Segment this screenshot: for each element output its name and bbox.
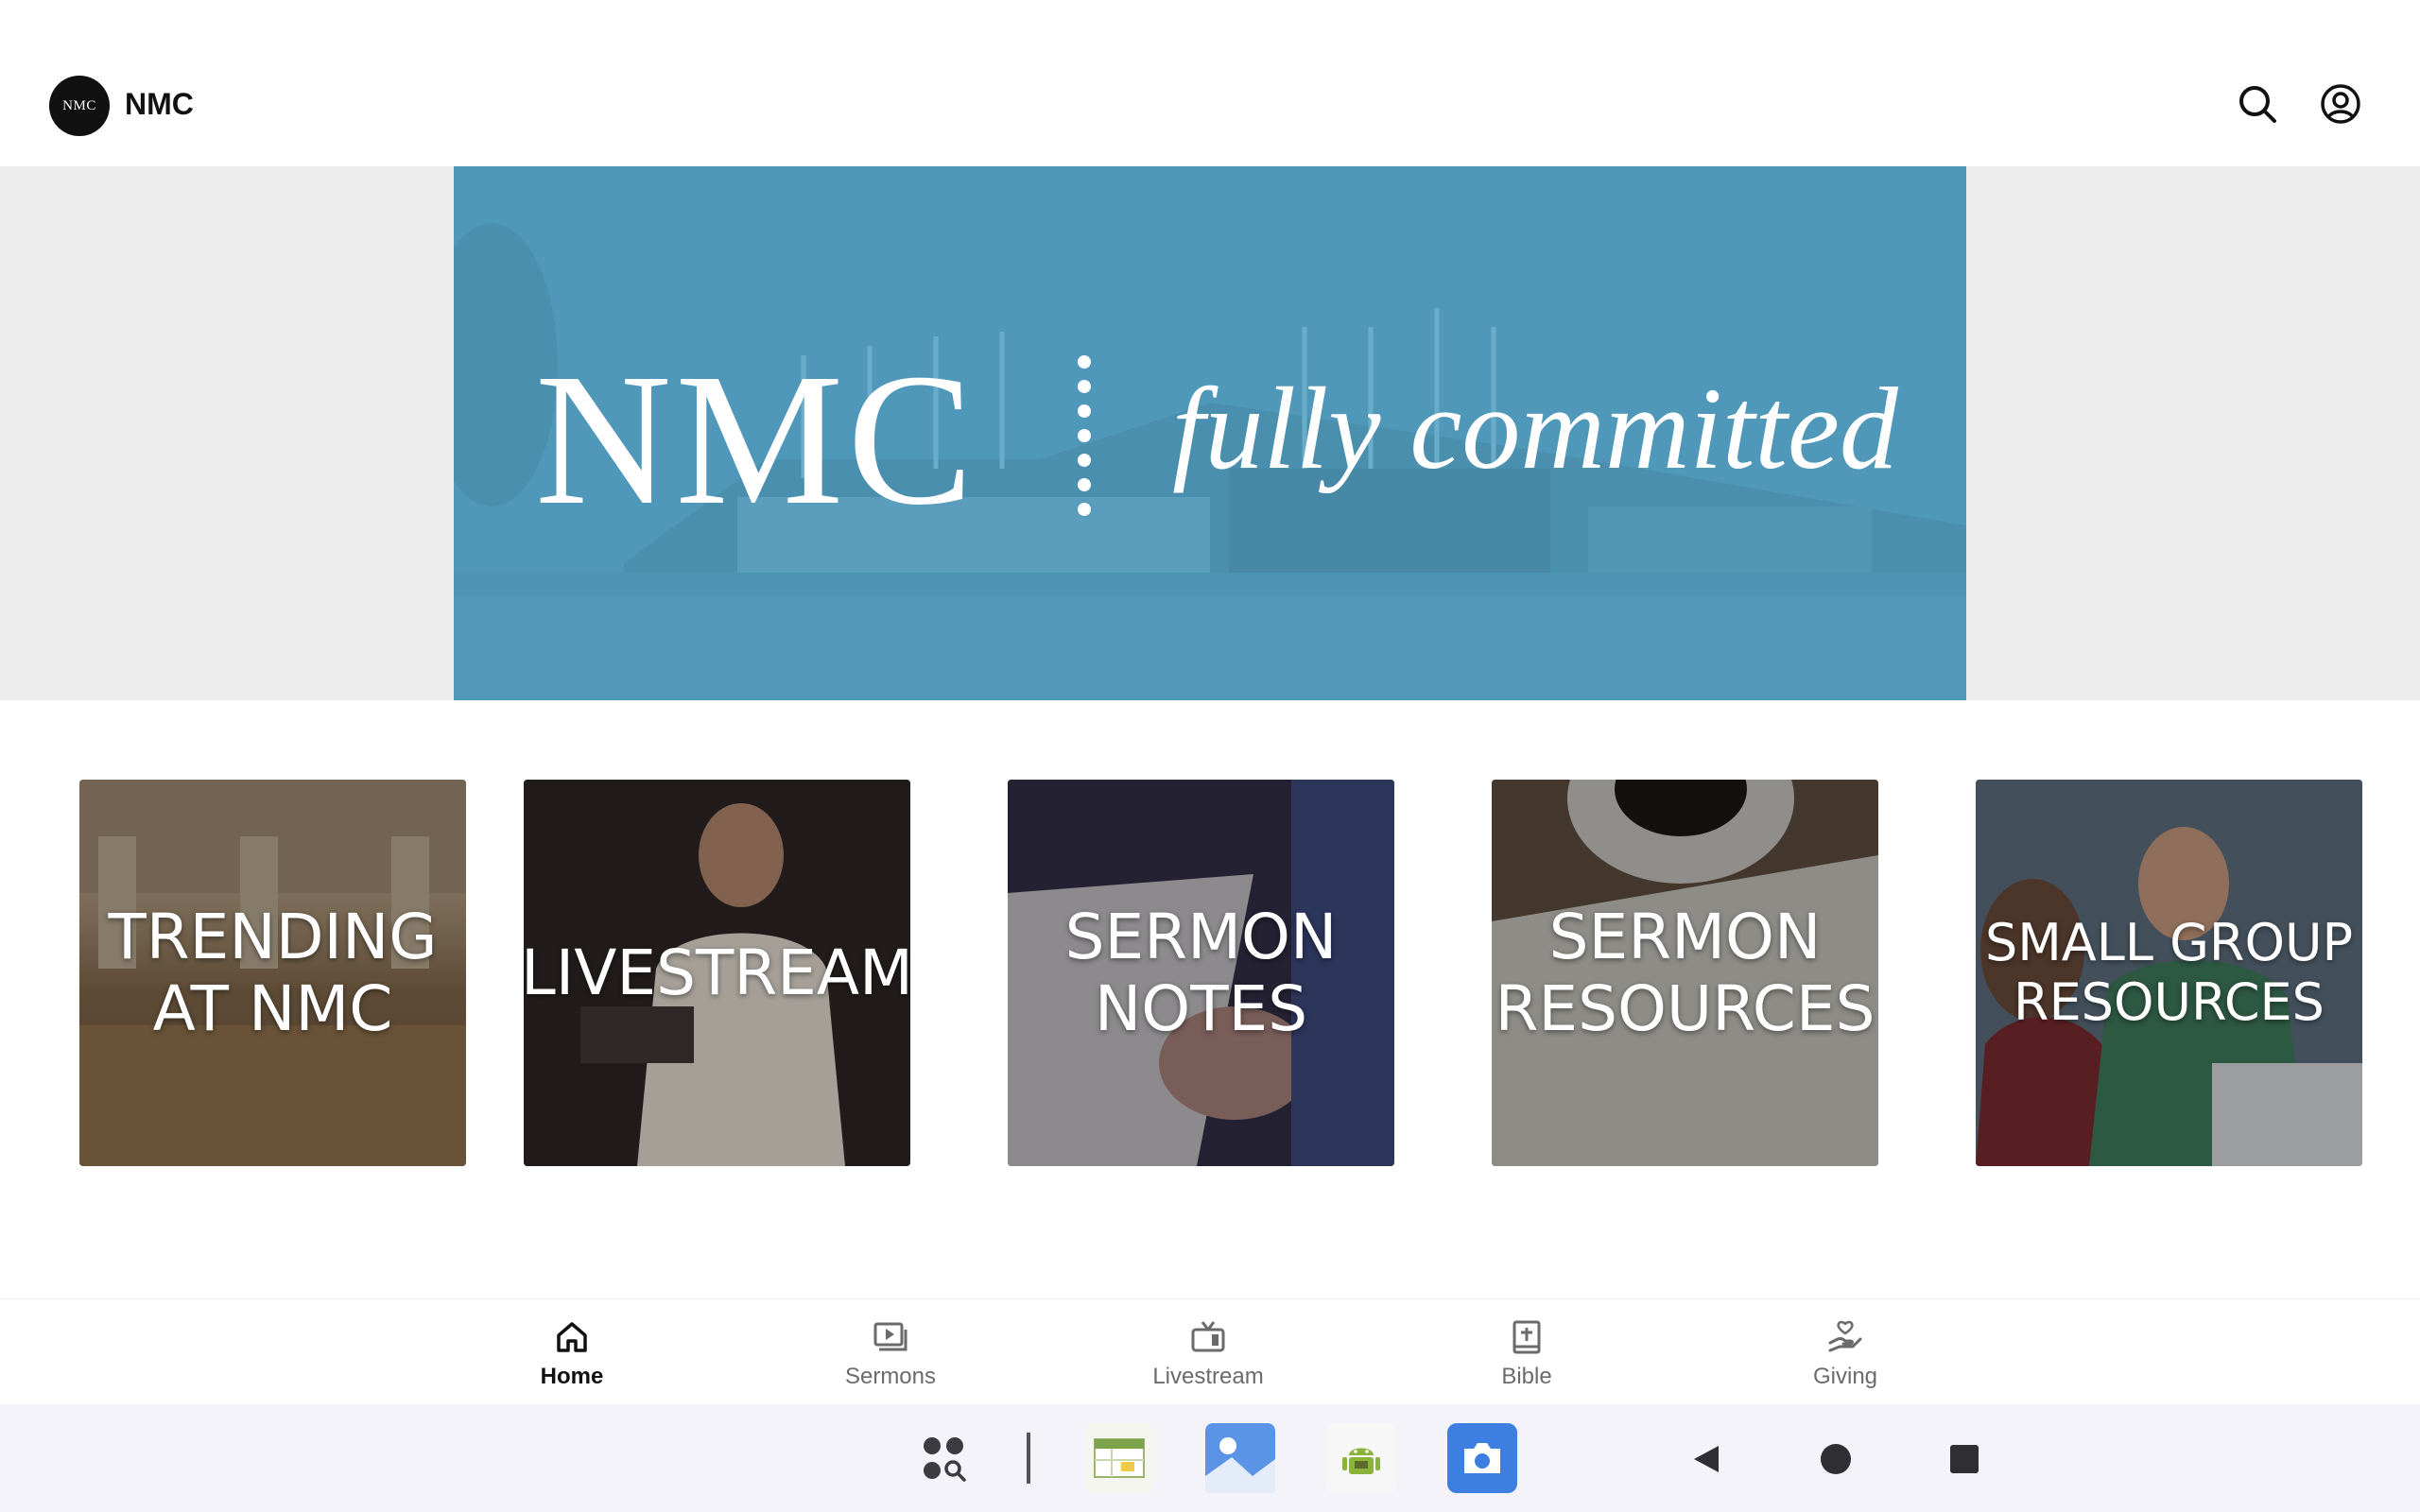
tile-label: SERMON NOTES [1064, 900, 1338, 1045]
nav-label: Giving [1812, 1364, 1878, 1389]
nav-label: Home [540, 1364, 604, 1389]
video-library-icon [870, 1316, 911, 1358]
tile-label: SERMON RESOURCES [1495, 900, 1876, 1045]
android-app-icon[interactable] [1326, 1423, 1396, 1493]
tile-sermon-resources[interactable]: SERMON RESOURCES [1492, 780, 1878, 1166]
tile-label: TRENDING AT NMC [108, 900, 438, 1045]
giving-hand-icon [1824, 1316, 1866, 1358]
nav-giving[interactable]: Giving [1751, 1316, 1940, 1392]
home-icon [551, 1316, 593, 1358]
system-taskbar [0, 1404, 2420, 1512]
tv-icon [1187, 1316, 1229, 1358]
tile-label: LIVESTREAM [524, 936, 910, 1009]
nav-label: Bible [1501, 1364, 1552, 1389]
back-icon[interactable] [1688, 1440, 1726, 1478]
nav-label: Livestream [1152, 1364, 1264, 1389]
tile-label: SMALL GROUP RESOURCES [1984, 913, 2354, 1032]
nmc-logo[interactable]: NMC [49, 76, 110, 136]
nav-label: Sermons [844, 1364, 937, 1389]
tile-trending[interactable]: TRENDING AT NMC [79, 780, 466, 1166]
hero-banner[interactable]: NMC fully committed [454, 166, 1966, 700]
hero-logo-text: NMC [535, 335, 977, 544]
nav-bible[interactable]: Bible [1432, 1316, 1621, 1392]
bottom-navigation: Home Sermons Livestream Bible Giving [0, 1298, 2420, 1404]
home-circle-icon[interactable] [1817, 1440, 1855, 1478]
hero-divider [1078, 355, 1091, 516]
recents-icon[interactable] [1945, 1440, 1983, 1478]
nav-sermons[interactable]: Sermons [796, 1316, 985, 1392]
tile-small-group-resources[interactable]: SMALL GROUP RESOURCES [1976, 780, 2362, 1166]
hero-tagline: fully committed [1172, 364, 1898, 493]
app-search-icon[interactable] [919, 1433, 976, 1486]
nav-livestream[interactable]: Livestream [1114, 1316, 1303, 1392]
bible-icon [1506, 1316, 1547, 1358]
taskbar-divider [1027, 1433, 1030, 1484]
tile-sermon-notes[interactable]: SERMON NOTES [1008, 780, 1394, 1166]
app-bar: NMC NMC [0, 0, 2420, 166]
nav-home[interactable]: Home [477, 1316, 666, 1392]
account-circle-icon[interactable] [2318, 81, 2363, 127]
camera-app-icon[interactable] [1447, 1423, 1517, 1493]
sheets-app-icon[interactable] [1084, 1423, 1154, 1493]
app-title: NMC [125, 87, 194, 121]
gallery-app-icon[interactable] [1205, 1423, 1275, 1493]
tile-livestream[interactable]: LIVESTREAM [524, 780, 910, 1166]
search-icon[interactable] [2235, 81, 2280, 127]
